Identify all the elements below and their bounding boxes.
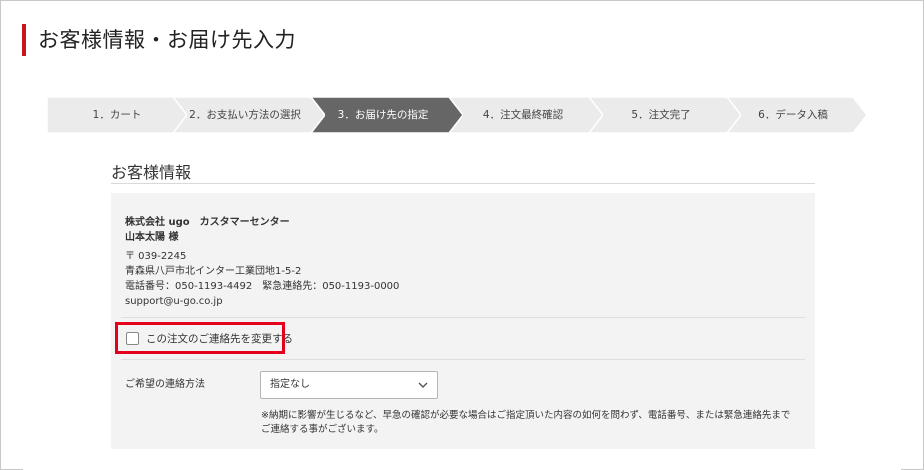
page-title: お客様情報・お届け先入力	[38, 28, 296, 52]
chevron-down-icon	[418, 382, 428, 388]
checkout-step-label: 6．データ入稿	[758, 109, 828, 121]
page-header: お客様情報・お届け先入力	[2, 2, 922, 72]
contact-divider	[121, 359, 805, 360]
checkout-step-1: 1．カート	[47, 97, 187, 133]
customer-address: 青森県八戸市北インター工業団地1-5-2	[125, 266, 302, 277]
contact-method-note-continued: ご連絡する事がございます。	[261, 424, 384, 435]
contact-method-note: ※納期に影響が生じるなど、早急の確認が必要な場合はご指定頂いた内容の如何を問わず…	[261, 410, 791, 421]
customer-name: 山本太陽 様	[125, 232, 179, 243]
checkout-step-label: 4．注文最終確認	[482, 109, 564, 121]
checkout-step-3: 3．お届け先の指定	[303, 97, 463, 133]
section-title-customer-info: お客様情報	[111, 163, 192, 182]
change-contact-label[interactable]: この注文のご連絡先を変更する	[146, 331, 293, 346]
contact-method-selected-value: 指定なし	[270, 379, 310, 390]
section-divider	[111, 183, 815, 184]
checkout-step-6: 6．データ入稿	[719, 97, 867, 133]
customer-email: support@u-go.co.jp	[125, 296, 223, 307]
checkout-step-5: 5．注文完了	[581, 97, 741, 133]
info-divider	[121, 317, 805, 318]
checkout-step-label: 5．注文完了	[631, 109, 691, 121]
customer-company: 株式会社 ugo カスタマーセンター	[125, 217, 290, 228]
checkout-step-4: 4．注文最終確認	[443, 97, 603, 133]
change-contact-checkbox[interactable]	[126, 332, 139, 345]
checkout-step-2: 2．お支払い方法の選択	[165, 97, 325, 133]
window-frame: お客様情報・お届け先入力 1．カート 2．お支払い方法の選択 3．お届け先の指定 4．…	[0, 0, 924, 470]
checkout-steps: 1．カート 2．お支払い方法の選択 3．お届け先の指定 4．注文最終確認 5．注文完了 6…	[47, 97, 867, 133]
contact-method-label: ご希望の連絡方法	[125, 379, 205, 390]
checkout-step-label: 1．カート	[92, 109, 142, 121]
checkout-step-label: 2．お支払い方法の選択	[189, 109, 301, 121]
customer-info-box: 株式会社 ugo カスタマーセンター 山本太陽 様 〒 039-2245 青森県…	[111, 193, 815, 449]
title-accent-bar	[22, 24, 26, 56]
customer-postal-code: 〒 039-2245	[125, 251, 187, 262]
customer-phone-numbers: 電話番号：050-1193-4492 緊急連絡先：050-1193-0000	[125, 281, 400, 292]
checkout-body: 1．カート 2．お支払い方法の選択 3．お届け先の指定 4．注文最終確認 5．注文完了 6…	[23, 75, 901, 470]
contact-method-select[interactable]: 指定なし	[260, 371, 438, 399]
checkout-step-label: 3．お届け先の指定	[337, 109, 429, 121]
